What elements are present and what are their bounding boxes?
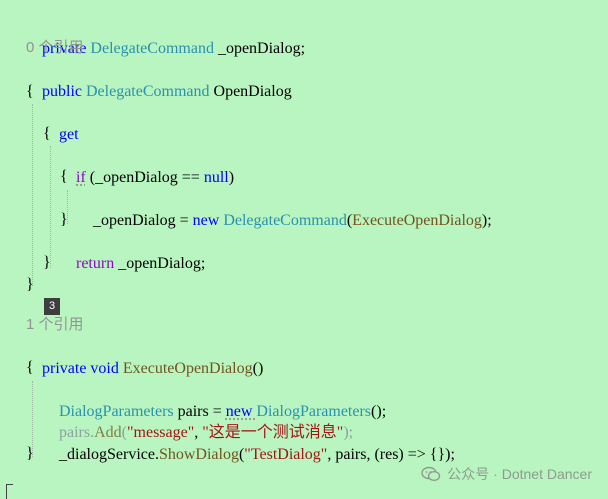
method-name: ExecuteOpenDialog	[122, 360, 253, 377]
code-editor[interactable]: private DelegateCommand _openDialog; 0 个…	[0, 0, 608, 499]
codelens-references[interactable]: 0 个引用	[26, 37, 84, 59]
code-line[interactable]: {	[26, 357, 34, 379]
text-cursor	[6, 484, 13, 499]
keyword-if: if	[76, 169, 86, 186]
indent-guide	[32, 104, 33, 286]
code-line[interactable]: pairs.Add("message", "这是一个测试消息");	[43, 400, 353, 441]
string-literal: "TestDialog"	[244, 446, 328, 463]
code-line[interactable]: _openDialog = new DelegateCommand(Execut…	[77, 188, 492, 229]
code-line[interactable]: }	[26, 443, 34, 465]
code-line[interactable]: if (_openDialog == null)	[60, 145, 234, 186]
wechat-icon	[421, 466, 441, 482]
code-line[interactable]: {	[26, 81, 34, 103]
code-text: (_openDialog ==	[85, 169, 204, 186]
code-text: _dialogService.	[59, 446, 159, 463]
type-name: DelegateCommand	[90, 40, 214, 57]
code-text: _openDialog;	[114, 255, 206, 272]
code-line[interactable]: _dialogService.ShowDialog("TestDialog", …	[43, 422, 455, 463]
code-line[interactable]: private DelegateCommand _openDialog;	[26, 16, 305, 57]
keyword-null: null	[203, 169, 229, 186]
method-name: ExecuteOpenDialog	[352, 212, 482, 229]
code-text: _openDialog;	[213, 40, 306, 57]
method-name: ShowDialog	[158, 446, 239, 463]
code-line[interactable]: {	[60, 166, 68, 188]
type-name: DelegateCommand	[86, 83, 210, 100]
code-text: OpenDialog	[209, 83, 292, 100]
code-line[interactable]: return _openDialog;	[60, 231, 205, 272]
keyword: get	[59, 126, 79, 143]
keyword-return: return	[76, 255, 115, 272]
code-text: , pairs, (res) => {});	[327, 446, 455, 463]
type-name: DelegateCommand	[223, 212, 347, 229]
codelens-references[interactable]: 1 个引用	[26, 314, 84, 336]
keyword: public	[42, 83, 86, 100]
code-line[interactable]: }	[26, 274, 34, 296]
code-line[interactable]: get	[43, 102, 79, 143]
code-text: ()	[252, 360, 264, 377]
code-line[interactable]: {	[43, 123, 51, 145]
code-text: );	[481, 212, 492, 229]
code-text: _openDialog =	[93, 212, 193, 229]
code-line[interactable]: DialogParameters pairs = new DialogParam…	[43, 379, 386, 420]
code-line[interactable]: }	[60, 209, 68, 231]
code-line[interactable]: }	[43, 252, 51, 274]
code-line[interactable]: public DelegateCommand OpenDialog	[26, 59, 292, 100]
watermark: 公众号 · Dotnet Dancer	[421, 463, 592, 485]
code-text: )	[228, 169, 235, 186]
keyword-new: new	[192, 212, 224, 229]
collapsed-badge[interactable]: 3	[44, 298, 60, 315]
code-text: ();	[371, 403, 387, 420]
code-line[interactable]: private void ExecuteOpenDialog()	[26, 336, 263, 377]
watermark-text: 公众号 · Dotnet Dancer	[447, 466, 592, 482]
keyword: private void	[42, 360, 123, 377]
